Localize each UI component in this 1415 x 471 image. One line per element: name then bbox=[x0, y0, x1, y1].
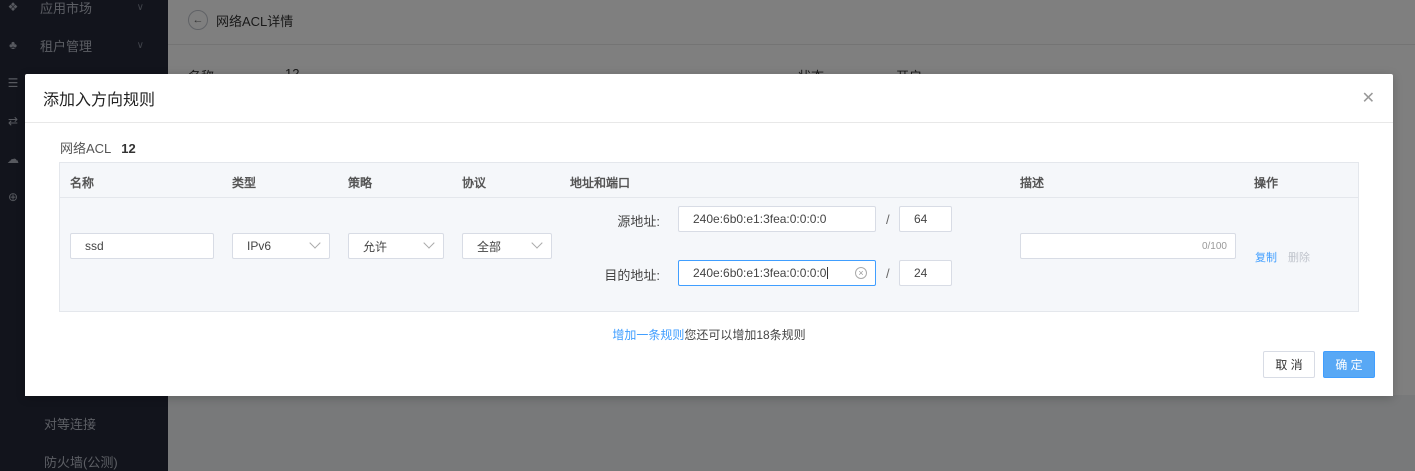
copy-rule-link[interactable]: 复制 bbox=[1255, 249, 1277, 265]
rule-name-input[interactable]: ssd bbox=[70, 233, 214, 259]
rules-table: 名称 类型 策略 协议 地址和端口 描述 操作 ssd IPv6 允许 全部 源… bbox=[59, 162, 1359, 312]
type-value: IPv6 bbox=[247, 239, 272, 253]
modal-footer bbox=[25, 341, 1393, 396]
destination-prefix-value: 24 bbox=[914, 266, 928, 280]
column-header-address-port: 地址和端口 bbox=[570, 176, 631, 190]
chevron-down-icon bbox=[423, 237, 435, 249]
acl-label: 网络ACL bbox=[60, 141, 112, 156]
source-address-value: 240e:6b0:e1:3fea:0:0:0:0 bbox=[693, 212, 827, 226]
source-address-label: 源地址: bbox=[617, 214, 660, 229]
policy-value: 允许 bbox=[363, 239, 388, 254]
clear-icon[interactable]: × bbox=[855, 267, 867, 279]
chevron-down-icon bbox=[531, 237, 543, 249]
destination-address-label: 目的地址: bbox=[604, 268, 660, 283]
confirm-button[interactable]: 确 定 bbox=[1323, 351, 1375, 378]
column-header-name: 名称 bbox=[70, 176, 95, 190]
source-prefix-value: 64 bbox=[914, 212, 928, 226]
column-header-protocol: 协议 bbox=[462, 176, 487, 190]
column-header-policy: 策略 bbox=[348, 176, 373, 190]
delete-rule-link[interactable]: 删除 bbox=[1288, 249, 1310, 265]
column-header-type: 类型 bbox=[232, 176, 257, 190]
source-prefix-input[interactable]: 64 bbox=[899, 206, 952, 232]
description-input[interactable]: 0/100 bbox=[1020, 233, 1236, 259]
prefix-separator: / bbox=[886, 266, 890, 281]
table-header: 名称 类型 策略 协议 地址和端口 描述 操作 bbox=[60, 163, 1358, 198]
destination-address-input[interactable]: 240e:6b0:e1:3fea:0:0:0:0 × bbox=[678, 260, 876, 286]
add-rule-tip: 您还可以增加18条规则 bbox=[684, 328, 806, 342]
source-address-input[interactable]: 240e:6b0:e1:3fea:0:0:0:0 bbox=[678, 206, 876, 232]
column-header-description: 描述 bbox=[1020, 176, 1045, 190]
prefix-separator: / bbox=[886, 212, 890, 227]
modal-header: 添加入方向规则 bbox=[25, 74, 1393, 123]
cancel-button[interactable]: 取 消 bbox=[1263, 351, 1315, 378]
close-icon[interactable]: ✕ bbox=[1362, 91, 1375, 107]
acl-value: 12 bbox=[121, 141, 136, 156]
description-counter: 0/100 bbox=[1201, 241, 1227, 252]
policy-select[interactable]: 允许 bbox=[348, 233, 444, 259]
rule-name-value: ssd bbox=[85, 239, 104, 253]
add-rule-link[interactable]: 增加一条规则 bbox=[612, 328, 684, 342]
destination-prefix-input[interactable]: 24 bbox=[899, 260, 952, 286]
column-header-actions: 操作 bbox=[1254, 176, 1279, 190]
add-inbound-rule-dialog: 添加入方向规则 ✕ 网络ACL 12 名称 类型 策略 协议 地址和端口 描述 … bbox=[25, 74, 1393, 396]
text-cursor bbox=[827, 267, 829, 279]
protocol-value: 全部 bbox=[477, 239, 502, 254]
destination-address-value: 240e:6b0:e1:3fea:0:0:0:0 bbox=[693, 266, 827, 280]
acl-info: 网络ACL 12 bbox=[60, 138, 136, 157]
chevron-down-icon bbox=[309, 237, 321, 249]
type-select[interactable]: IPv6 bbox=[232, 233, 330, 259]
protocol-select[interactable]: 全部 bbox=[462, 233, 552, 259]
modal-title: 添加入方向规则 bbox=[43, 92, 156, 109]
